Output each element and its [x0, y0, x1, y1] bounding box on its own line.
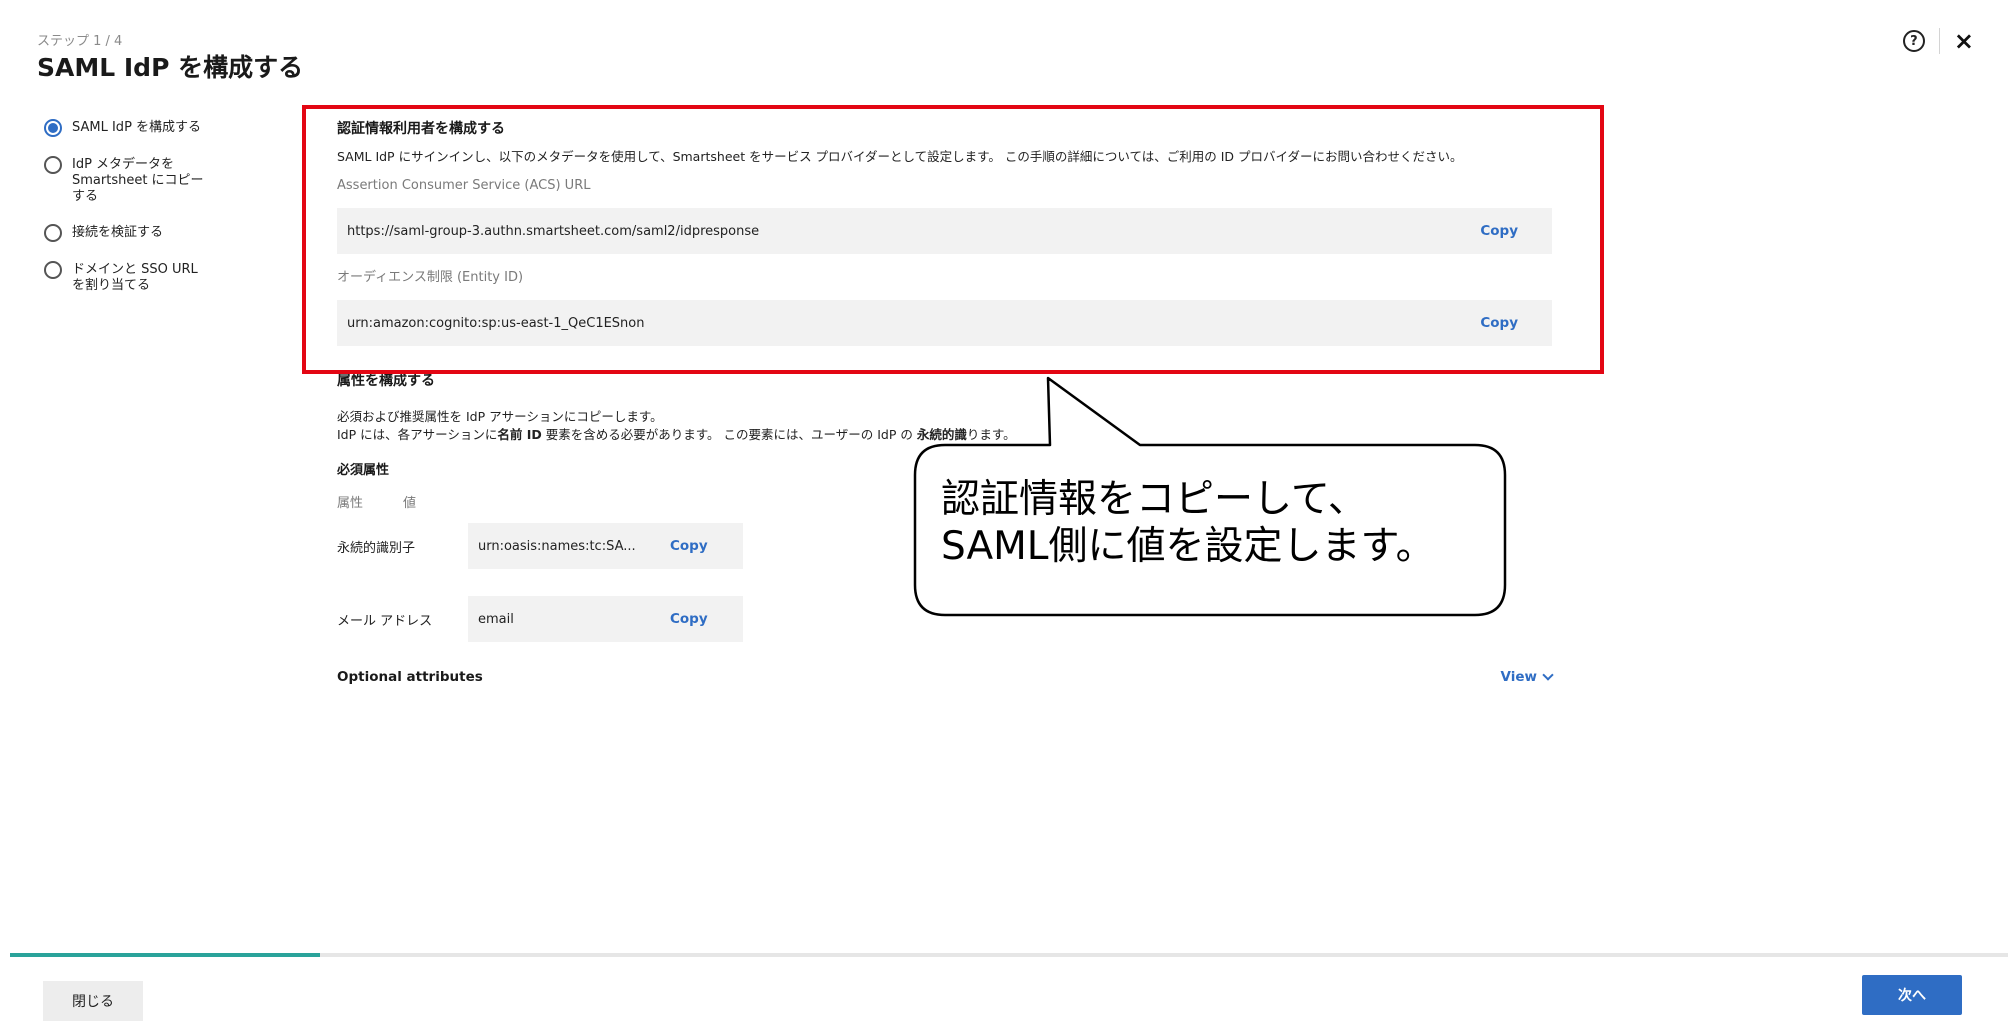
- callout-line2: SAML側に値を設定します。: [941, 524, 1435, 569]
- column-header-attribute: 属性: [337, 496, 364, 511]
- stepper-item-assign-domain[interactable]: ドメインと SSO URL を割り当てる: [44, 261, 244, 294]
- close-icon[interactable]: ×: [1954, 29, 1974, 53]
- callout-text: 認証情報をコピーして、 SAML側に値を設定します。: [941, 476, 1435, 570]
- progress-bar-fill: [10, 953, 320, 957]
- copy-entity-id-button[interactable]: Copy: [1480, 315, 1518, 331]
- stepper-item-label: ドメインと SSO URL を割り当てる: [72, 262, 198, 293]
- radio-selected-icon: [44, 119, 62, 137]
- copy-acs-button[interactable]: Copy: [1480, 223, 1518, 239]
- radio-empty-icon: [44, 261, 62, 279]
- step-indicator: ステップ 1 / 4: [37, 34, 123, 49]
- attribute-value-field: urn:oasis:names:tc:SA... Copy: [468, 523, 743, 569]
- stepper-item-label: SAML IdP を構成する: [72, 120, 202, 135]
- entity-id-value: urn:amazon:cognito:sp:us-east-1_QeC1ESno…: [347, 315, 645, 331]
- attribute-value: urn:oasis:names:tc:SA...: [478, 538, 636, 554]
- entity-id-field: urn:amazon:cognito:sp:us-east-1_QeC1ESno…: [337, 300, 1552, 346]
- copy-attribute-button[interactable]: Copy: [670, 611, 708, 627]
- acs-url-value: https://saml-group-3.authn.smartsheet.co…: [347, 223, 760, 239]
- help-icon[interactable]: ?: [1902, 30, 1925, 52]
- radio-empty-icon: [44, 156, 62, 174]
- view-label: View: [1500, 669, 1537, 685]
- progress-bar: [10, 953, 2008, 957]
- stepper-item-configure-idp[interactable]: SAML IdP を構成する: [44, 119, 244, 137]
- column-header-value: 値: [403, 496, 417, 511]
- stepper-item-verify-connection[interactable]: 接続を検証する: [44, 224, 244, 242]
- attribute-value-field: email Copy: [468, 596, 743, 642]
- stepper-item-copy-metadata[interactable]: IdP メタデータを Smartsheet にコピーする: [44, 156, 244, 205]
- top-actions: ? ×: [1902, 28, 1974, 54]
- attribute-value: email: [478, 611, 514, 627]
- acs-url-field: https://saml-group-3.authn.smartsheet.co…: [337, 208, 1552, 254]
- attribute-name: 永続的識別子: [337, 540, 416, 556]
- stepper-item-label: 接続を検証する: [72, 225, 164, 240]
- radio-empty-icon: [44, 224, 62, 242]
- optional-attributes-title: Optional attributes: [337, 669, 483, 685]
- acs-label: Assertion Consumer Service (ACS) URL: [337, 178, 591, 193]
- optional-attributes-row: Optional attributes View: [337, 668, 1554, 685]
- chevron-down-icon: [1542, 668, 1554, 681]
- stepper: SAML IdP を構成する IdP メタデータを Smartsheet にコピ…: [44, 119, 244, 314]
- next-button[interactable]: 次へ: [1862, 975, 1962, 1015]
- page-title: SAML IdP を構成する: [37, 53, 304, 82]
- entity-id-label: オーディエンス制限 (Entity ID): [337, 270, 524, 285]
- divider: [1938, 28, 1940, 54]
- copy-attribute-button[interactable]: Copy: [670, 538, 708, 554]
- callout-line1: 認証情報をコピーして、: [941, 477, 1367, 522]
- attribute-name: メール アドレス: [337, 613, 433, 629]
- view-optional-button[interactable]: View: [1500, 668, 1554, 685]
- stepper-item-label: IdP メタデータを Smartsheet にコピーする: [72, 157, 204, 204]
- credentials-description: SAML IdP にサインインし、以下のメタデータを使用して、Smartshee…: [337, 149, 1463, 164]
- credentials-title: 認証情報利用者を構成する: [337, 121, 505, 137]
- close-button[interactable]: 閉じる: [43, 981, 143, 1021]
